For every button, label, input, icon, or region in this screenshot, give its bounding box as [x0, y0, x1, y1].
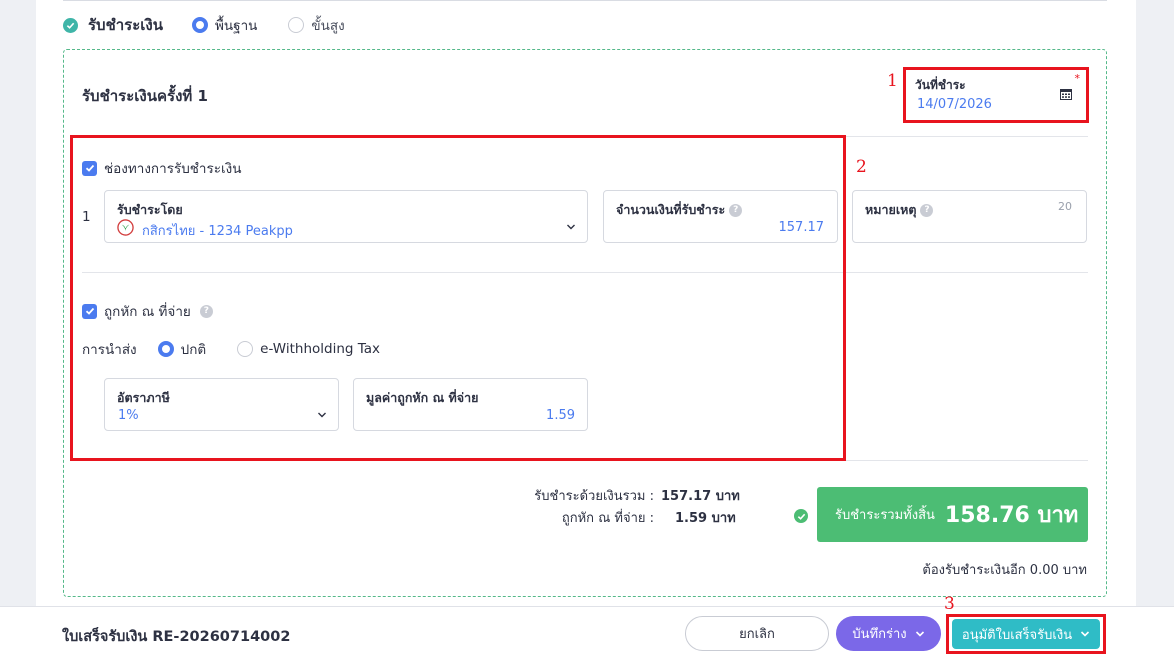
top-divider — [63, 0, 1107, 1]
save-draft-label: บันทึกร่าง — [852, 627, 907, 642]
chevron-down-icon — [915, 630, 924, 637]
help-icon[interactable]: ? — [920, 204, 934, 217]
annotation-number-3: 3 — [944, 594, 955, 614]
annotation-number-1: 1 — [887, 71, 898, 91]
grand-total-value: 158.76 บาท — [944, 503, 1079, 528]
annotation-box-1 — [903, 67, 1089, 123]
annotation-box-3 — [946, 614, 1106, 654]
check-circle-icon — [794, 509, 808, 523]
radio-basic-label[interactable]: พื้นฐาน — [215, 14, 257, 36]
radio-basic[interactable] — [192, 17, 208, 33]
grand-total-label: รับชำระรวมทั้งสิ้น — [835, 508, 935, 523]
payment-mode-label: รับชำระเงิน — [88, 16, 163, 34]
wht-total-row: ถูกหัก ณ ที่จ่าย : 1.59 บาท — [494, 507, 736, 528]
grand-total-box: รับชำระรวมทั้งสิ้น 158.76 บาท — [817, 487, 1088, 542]
check-circle-icon — [63, 17, 78, 33]
radio-advanced[interactable] — [288, 17, 305, 33]
installment-title: รับชำระเงินครั้งที่ 1 — [82, 87, 208, 105]
annotation-number-2: 2 — [856, 157, 867, 177]
wht-total-label: ถูกหัก ณ ที่จ่าย : — [561, 511, 654, 526]
radio-advanced-label[interactable]: ขั้นสูง — [311, 14, 344, 36]
save-draft-button[interactable]: บันทึกร่าง — [836, 616, 941, 651]
cash-total-label: รับชำระด้วยเงินรวม : — [534, 489, 654, 504]
document-title: ใบเสร็จรับเงิน RE-20260714002 — [62, 629, 291, 645]
note-label: หมายเหตุ? — [865, 200, 934, 220]
wht-total-value: 1.59 บาท — [675, 511, 736, 526]
cash-total-row: รับชำระด้วยเงินรวม : 157.17 บาท — [494, 485, 740, 506]
annotation-box-2 — [70, 135, 846, 461]
cash-total-value: 157.17 บาท — [661, 489, 740, 504]
remaining-balance: ต้องรับชำระเงินอีก 0.00 บาท — [922, 563, 1087, 578]
note-field[interactable]: หมายเหตุ? 20 — [852, 190, 1087, 243]
payment-mode-row: รับชำระเงิน พื้นฐาน ขั้นสูง — [63, 13, 345, 37]
cancel-button[interactable]: ยกเลิก — [685, 616, 829, 651]
note-char-counter: 20 — [1058, 200, 1072, 213]
